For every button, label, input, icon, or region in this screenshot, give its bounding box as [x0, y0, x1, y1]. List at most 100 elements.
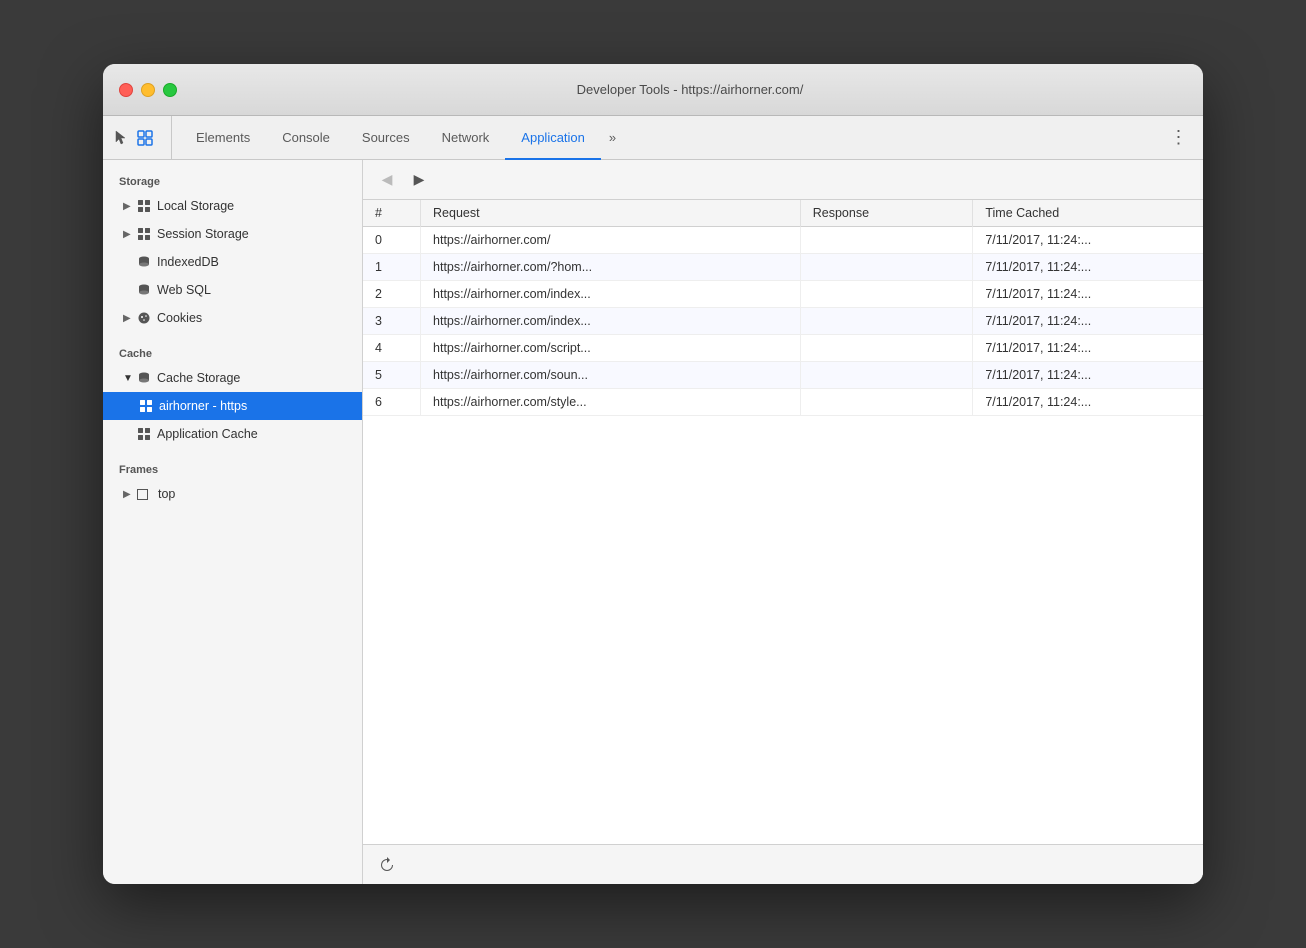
- main-panel: ◀ ▶ # Request Response Time Cached 0: [363, 160, 1203, 884]
- cache-storage-label: Cache Storage: [157, 371, 240, 385]
- cell-response: [800, 281, 973, 308]
- cell-time-cached: 7/11/2017, 11:24:...: [973, 362, 1203, 389]
- cache-storage-arrow: ▼: [123, 373, 133, 384]
- col-header-request: Request: [421, 200, 801, 227]
- cell-time-cached: 7/11/2017, 11:24:...: [973, 308, 1203, 335]
- sidebar: Storage ▶ Local Storage ▶: [103, 160, 363, 884]
- indexeddb-label: IndexedDB: [157, 255, 219, 269]
- devtools-window: Developer Tools - https://airhorner.com/: [103, 64, 1203, 884]
- table-row[interactable]: 2 https://airhorner.com/index... 7/11/20…: [363, 281, 1203, 308]
- cookies-arrow: ▶: [123, 313, 133, 324]
- local-storage-icon: [137, 199, 151, 213]
- cache-storage-icon: [137, 371, 151, 385]
- table-row[interactable]: 6 https://airhorner.com/style... 7/11/20…: [363, 389, 1203, 416]
- cell-response: [800, 308, 973, 335]
- sidebar-item-cache-storage[interactable]: ▼ Cache Storage: [103, 364, 362, 392]
- tab-bar-end: ⋮: [1167, 116, 1203, 159]
- col-header-response: Response: [800, 200, 973, 227]
- cell-time-cached: 7/11/2017, 11:24:...: [973, 281, 1203, 308]
- main-content: Storage ▶ Local Storage ▶: [103, 160, 1203, 884]
- cache-table-container: # Request Response Time Cached 0 https:/…: [363, 200, 1203, 844]
- table-row[interactable]: 1 https://airhorner.com/?hom... 7/11/201…: [363, 254, 1203, 281]
- top-frame-label: top: [158, 487, 175, 501]
- cell-time-cached: 7/11/2017, 11:24:...: [973, 254, 1203, 281]
- cell-time-cached: 7/11/2017, 11:24:...: [973, 227, 1203, 254]
- tab-elements[interactable]: Elements: [180, 116, 266, 160]
- forward-button[interactable]: ▶: [407, 168, 431, 192]
- cell-request: https://airhorner.com/script...: [421, 335, 801, 362]
- table-row[interactable]: 5 https://airhorner.com/soun... 7/11/201…: [363, 362, 1203, 389]
- refresh-button[interactable]: [375, 853, 399, 877]
- traffic-lights: [119, 83, 177, 97]
- cell-num: 4: [363, 335, 421, 362]
- cell-time-cached: 7/11/2017, 11:24:...: [973, 335, 1203, 362]
- table-header-row: # Request Response Time Cached: [363, 200, 1203, 227]
- tab-application[interactable]: Application: [505, 116, 601, 160]
- airhorner-cache-label: airhorner - https: [159, 399, 247, 413]
- table-row[interactable]: 3 https://airhorner.com/index... 7/11/20…: [363, 308, 1203, 335]
- cookies-label: Cookies: [157, 311, 202, 325]
- table-row[interactable]: 4 https://airhorner.com/script... 7/11/2…: [363, 335, 1203, 362]
- cell-num: 5: [363, 362, 421, 389]
- cell-request: https://airhorner.com/?hom...: [421, 254, 801, 281]
- cell-num: 0: [363, 227, 421, 254]
- cell-request: https://airhorner.com/index...: [421, 308, 801, 335]
- cell-response: [800, 254, 973, 281]
- close-button[interactable]: [119, 83, 133, 97]
- cell-num: 6: [363, 389, 421, 416]
- cell-response: [800, 227, 973, 254]
- cell-response: [800, 362, 973, 389]
- sidebar-item-cookies[interactable]: ▶ Cookies: [103, 304, 362, 332]
- session-storage-arrow: ▶: [123, 229, 133, 240]
- col-header-time-cached: Time Cached: [973, 200, 1203, 227]
- tab-more-button[interactable]: »: [601, 116, 624, 159]
- tab-network[interactable]: Network: [426, 116, 506, 160]
- cursor-icon[interactable]: [111, 128, 131, 148]
- storage-section-label: Storage: [103, 168, 362, 192]
- back-button[interactable]: ◀: [375, 168, 399, 192]
- sidebar-item-web-sql[interactable]: ▶ Web SQL: [103, 276, 362, 304]
- web-sql-label: Web SQL: [157, 283, 211, 297]
- session-storage-label: Session Storage: [157, 227, 249, 241]
- minimize-button[interactable]: [141, 83, 155, 97]
- panel-footer: [363, 844, 1203, 884]
- sidebar-item-airhorner-cache[interactable]: airhorner - https: [103, 392, 362, 420]
- maximize-button[interactable]: [163, 83, 177, 97]
- app-cache-icon: [137, 427, 151, 441]
- cache-section-label: Cache: [103, 340, 362, 364]
- table-row[interactable]: 0 https://airhorner.com/ 7/11/2017, 11:2…: [363, 227, 1203, 254]
- local-storage-arrow: ▶: [123, 201, 133, 212]
- cell-time-cached: 7/11/2017, 11:24:...: [973, 389, 1203, 416]
- title-bar: Developer Tools - https://airhorner.com/: [103, 64, 1203, 116]
- cell-request: https://airhorner.com/soun...: [421, 362, 801, 389]
- tab-sources[interactable]: Sources: [346, 116, 426, 160]
- application-cache-label: Application Cache: [157, 427, 258, 441]
- cell-num: 2: [363, 281, 421, 308]
- table-body: 0 https://airhorner.com/ 7/11/2017, 11:2…: [363, 227, 1203, 416]
- col-header-num: #: [363, 200, 421, 227]
- cell-request: https://airhorner.com/style...: [421, 389, 801, 416]
- sidebar-item-session-storage[interactable]: ▶ Session Storage: [103, 220, 362, 248]
- cell-num: 1: [363, 254, 421, 281]
- cache-table: # Request Response Time Cached 0 https:/…: [363, 200, 1203, 416]
- sidebar-item-local-storage[interactable]: ▶ Local Storage: [103, 192, 362, 220]
- cell-request: https://airhorner.com/index...: [421, 281, 801, 308]
- sidebar-item-top-frame[interactable]: ▶ top: [103, 480, 362, 508]
- tab-bar: Elements Console Sources Network Applica…: [103, 116, 1203, 160]
- more-options-icon[interactable]: ⋮: [1167, 126, 1191, 150]
- cache-item-icon: [139, 399, 153, 413]
- indexeddb-icon: [137, 255, 151, 269]
- sidebar-item-indexeddb[interactable]: ▶ IndexedDB: [103, 248, 362, 276]
- tab-console[interactable]: Console: [266, 116, 346, 160]
- frames-section-label: Frames: [103, 456, 362, 480]
- cell-num: 3: [363, 308, 421, 335]
- sidebar-item-application-cache[interactable]: ▶ Application Cache: [103, 420, 362, 448]
- web-sql-icon: [137, 283, 151, 297]
- top-frame-arrow: ▶: [123, 489, 133, 500]
- cell-response: [800, 335, 973, 362]
- local-storage-label: Local Storage: [157, 199, 234, 213]
- inspector-icon[interactable]: [135, 128, 155, 148]
- session-storage-icon: [137, 227, 151, 241]
- top-frame-icon: [137, 489, 152, 500]
- devtools-icons: [111, 116, 172, 159]
